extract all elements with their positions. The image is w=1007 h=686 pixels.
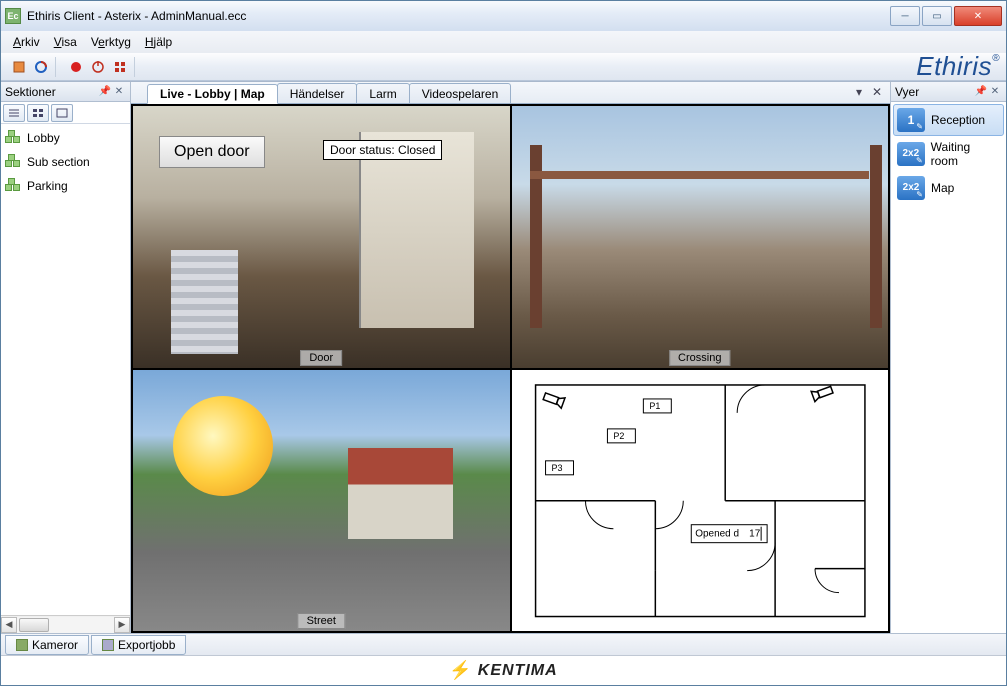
camera-cell-door[interactable]: Open door Door status: Closed Door [133,106,510,368]
view-tabs: Live - Lobby | Map Händelser Larm Videos… [131,82,890,104]
menu-visa[interactable]: Visa [50,33,81,51]
footer-brand: KENTIMA [478,662,558,680]
power-button[interactable] [88,57,108,77]
menu-bar: AArkivrkiv Visa Verktyg Hjälp [1,31,1006,53]
svg-text:17: 17 [749,528,761,539]
bolt-icon: ⚡ [449,660,471,681]
view-item-waiting-room[interactable]: 2x2✎ Waiting room [893,136,1004,172]
camera-label: Door [300,350,342,366]
export-icon [102,639,114,651]
view-mode-list[interactable] [3,104,25,122]
view-badge-icon: 2x2✎ [897,142,925,166]
record-button[interactable] [66,57,86,77]
svg-text:P3: P3 [551,462,562,472]
views-panel-title: Vyer [895,85,919,99]
tab-close-icon[interactable]: ✕ [870,85,884,99]
camera-cell-street[interactable]: Street [133,370,510,632]
section-icon [5,130,21,146]
sun-icon [173,396,273,496]
view-label: Reception [931,113,985,127]
menu-verktyg[interactable]: Verktyg [87,33,135,51]
video-grid: Open door Door status: Closed Door Cross… [131,104,890,633]
camera-label: Crossing [669,350,730,366]
pin-icon[interactable]: 📌 [974,85,988,99]
sections-hscrollbar[interactable]: ◀ ▶ [1,615,130,633]
scroll-thumb[interactable] [19,618,49,632]
door-status-label: Door status: Closed [323,140,442,160]
camera-icon [16,639,28,651]
view-mode-grid[interactable] [27,104,49,122]
section-icon [5,154,21,170]
section-icon [5,178,21,194]
toolbar: Ethiris [1,53,1006,81]
close-button[interactable]: ✕ [954,6,1002,26]
tab-handelser[interactable]: Händelser [277,83,358,103]
view-item-map[interactable]: 2x2✎ Map [893,172,1004,204]
svg-text:Opened d: Opened d [695,528,739,539]
window-titlebar: Ec Ethiris Client - Asterix - AdminManua… [1,1,1006,31]
views-panel: Vyer 📌 ✕ 1✎ Reception 2x2✎ Waiting room … [890,82,1006,633]
section-item-parking[interactable]: Parking [3,174,128,198]
section-label: Sub section [27,155,90,169]
camera-cell-crossing[interactable]: Crossing [512,106,889,368]
toolbar-grid-button[interactable] [110,57,130,77]
menu-arkiv[interactable]: AArkivrkiv [9,33,44,51]
floor-map: P1 P2 P3 Opened d 17 [513,371,888,631]
tab-larm[interactable]: Larm [356,83,409,103]
section-label: Lobby [27,131,60,145]
view-item-reception[interactable]: 1✎ Reception [893,104,1004,136]
tab-menu-icon[interactable]: ▾ [852,85,866,99]
section-item-subsection[interactable]: Sub section [3,150,128,174]
pin-icon[interactable]: 📌 [98,85,112,99]
section-item-lobby[interactable]: Lobby [3,126,128,150]
brand-logo: Ethiris [916,51,1002,82]
svg-text:P1: P1 [649,400,660,410]
bottom-tab-exportjobb[interactable]: Exportjobb [91,635,186,655]
view-badge-icon: 1✎ [897,108,925,132]
toolbar-btn-1[interactable] [9,57,29,77]
menu-hjalp[interactable]: Hjälp [141,33,176,51]
tab-live[interactable]: Live - Lobby | Map [147,84,278,104]
view-label: Map [931,181,954,195]
close-panel-icon[interactable]: ✕ [988,85,1002,99]
maximize-button[interactable]: ▭ [922,6,952,26]
footer: ⚡ KENTIMA [1,655,1006,685]
close-panel-icon[interactable]: ✕ [112,85,126,99]
toolbar-btn-2[interactable] [31,57,51,77]
open-door-button[interactable]: Open door [159,136,265,168]
svg-text:P2: P2 [613,430,624,440]
minimize-button[interactable]: ─ [890,6,920,26]
scroll-left-icon[interactable]: ◀ [1,617,17,633]
sections-panel: Sektioner 📌 ✕ Lobby Sub section Parking [1,82,131,633]
camera-label: Street [298,613,345,629]
bottom-tab-kameror[interactable]: Kameror [5,635,89,655]
bottom-tab-strip: Kameror Exportjobb [1,633,1006,655]
scroll-right-icon[interactable]: ▶ [114,617,130,633]
tab-videospelaren[interactable]: Videospelaren [409,83,512,103]
map-cell[interactable]: P1 P2 P3 Opened d 17 [512,370,889,632]
app-icon: Ec [5,8,21,24]
view-mode-tree[interactable] [51,104,73,122]
view-label: Waiting room [931,140,1000,168]
sections-panel-title: Sektioner [5,85,56,99]
window-title: Ethiris Client - Asterix - AdminManual.e… [27,9,890,23]
view-badge-icon: 2x2✎ [897,176,925,200]
section-label: Parking [27,179,68,193]
